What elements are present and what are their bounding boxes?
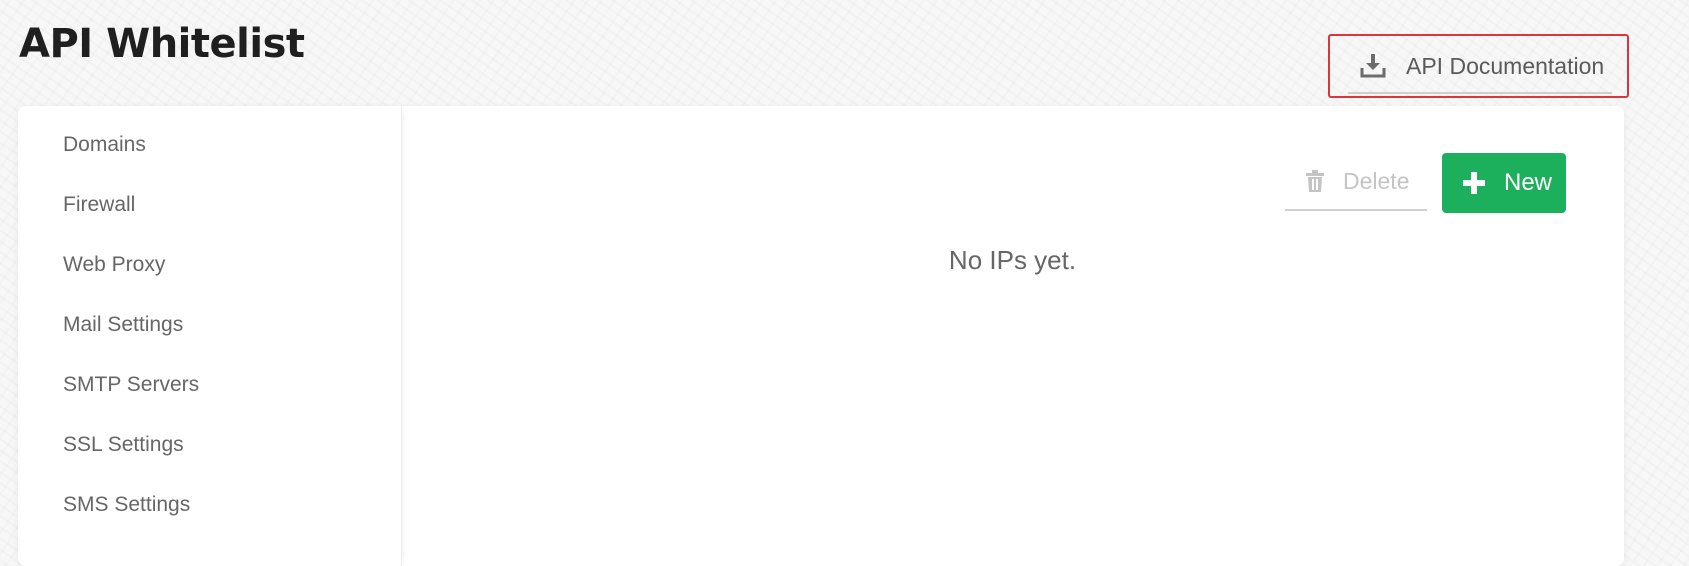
plus-icon bbox=[1462, 171, 1486, 195]
new-label: New bbox=[1504, 169, 1553, 196]
download-icon bbox=[1360, 53, 1386, 79]
trash-icon bbox=[1304, 169, 1326, 193]
content-card: Domains Firewall Web Proxy Mail Settings… bbox=[18, 106, 1624, 566]
sidebar-item-mail-settings[interactable]: Mail Settings bbox=[63, 314, 183, 335]
page-title: API Whitelist bbox=[19, 21, 305, 67]
delete-label: Delete bbox=[1343, 167, 1410, 194]
api-documentation-button-inner[interactable]: API Documentation bbox=[1348, 40, 1612, 94]
api-documentation-button[interactable]: API Documentation bbox=[1328, 34, 1629, 98]
sidebar-item-ssl-settings[interactable]: SSL Settings bbox=[63, 434, 184, 455]
delete-button[interactable]: Delete bbox=[1285, 153, 1427, 211]
empty-state-message: No IPs yet. bbox=[948, 245, 1077, 275]
sidebar: Domains Firewall Web Proxy Mail Settings… bbox=[18, 106, 402, 566]
new-button[interactable]: New bbox=[1442, 153, 1566, 213]
sidebar-item-sms-settings[interactable]: SMS Settings bbox=[63, 494, 190, 515]
sidebar-item-web-proxy[interactable]: Web Proxy bbox=[63, 254, 165, 275]
sidebar-item-smtp-servers[interactable]: SMTP Servers bbox=[63, 374, 199, 395]
sidebar-item-domains[interactable]: Domains bbox=[63, 134, 146, 155]
sidebar-item-firewall[interactable]: Firewall bbox=[63, 194, 135, 215]
api-documentation-label: API Documentation bbox=[1406, 52, 1605, 79]
